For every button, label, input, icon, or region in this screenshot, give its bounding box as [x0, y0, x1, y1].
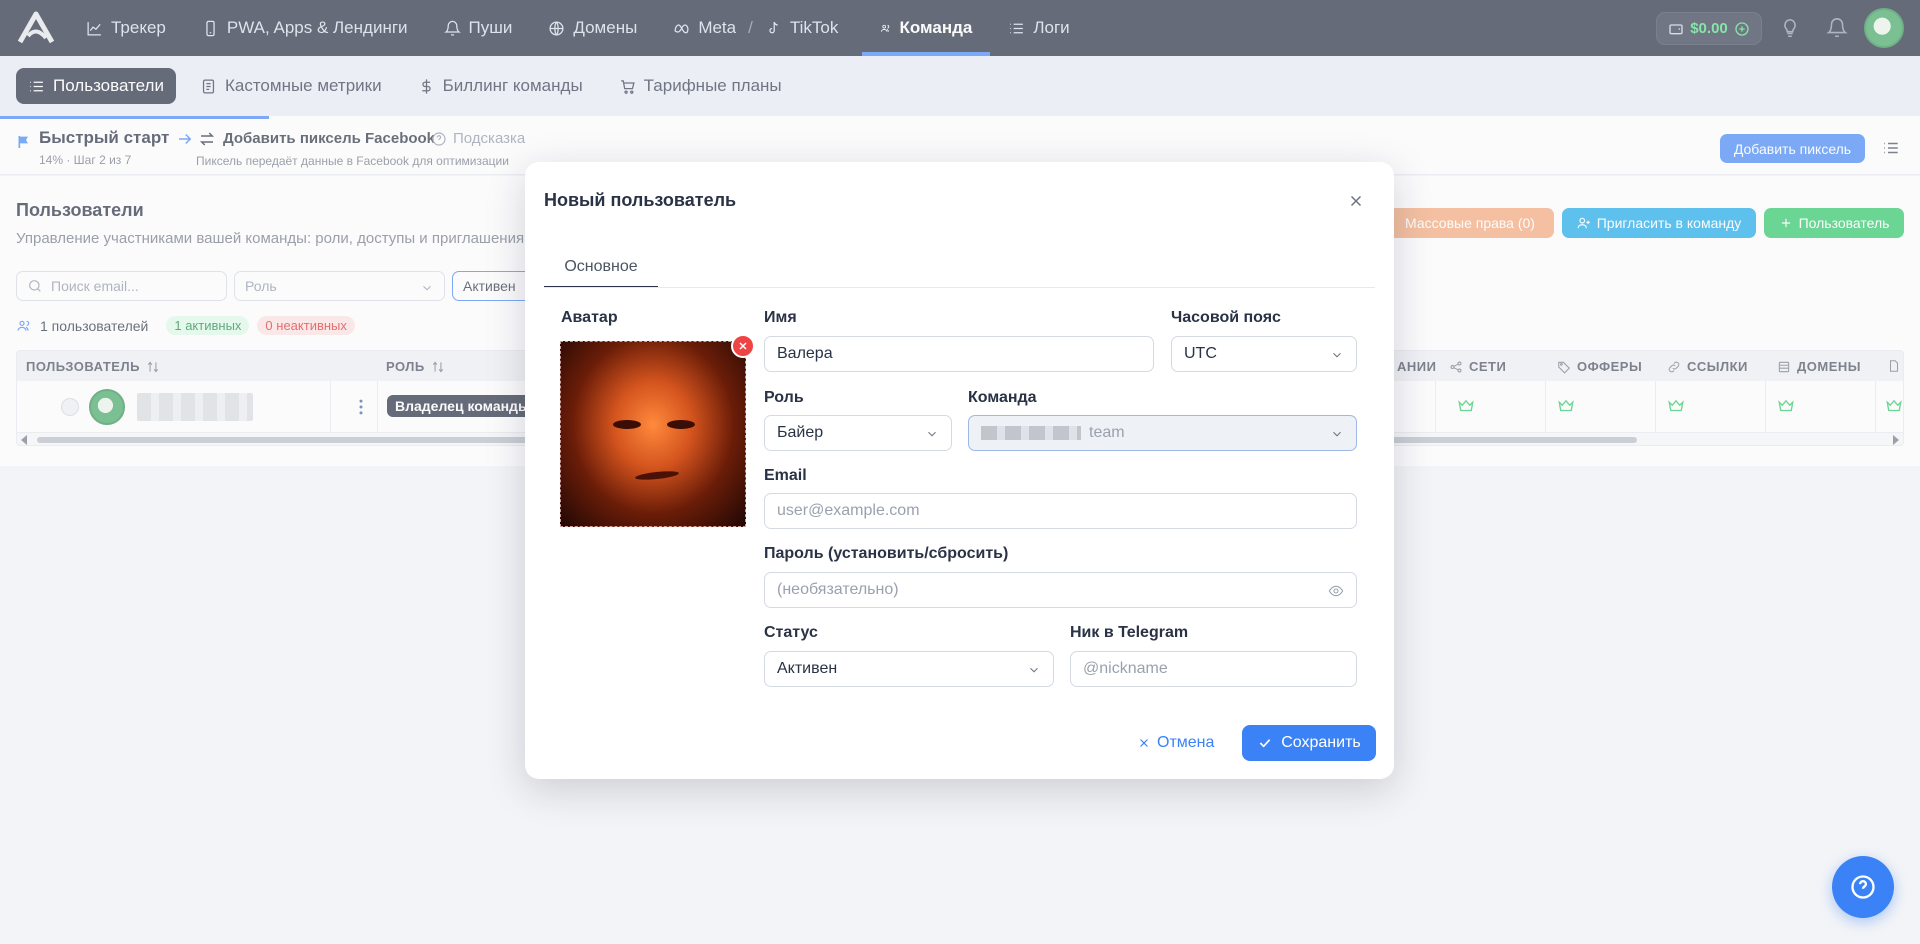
timezone-select[interactable]: UTC: [1171, 336, 1357, 372]
save-button[interactable]: Сохранить: [1242, 725, 1376, 761]
check-icon: [1259, 739, 1271, 748]
timezone-label: Часовой пояс: [1171, 309, 1281, 326]
help-circle-icon: [1851, 875, 1875, 899]
remove-avatar-icon[interactable]: [731, 334, 755, 358]
eye-icon[interactable]: [1328, 583, 1344, 599]
password-input[interactable]: (необязательно): [764, 572, 1357, 608]
modal-title: Новый пользователь: [544, 190, 737, 210]
status-select[interactable]: Активен: [764, 651, 1054, 687]
chevron-down-icon: [928, 431, 936, 437]
chevron-down-icon: [1333, 431, 1341, 437]
name-input[interactable]: Валера: [764, 336, 1154, 372]
help-button[interactable]: [1832, 856, 1894, 918]
chevron-down-icon: [1333, 352, 1341, 358]
new-user-modal: Новый пользователь Основное Аватар Имя В…: [525, 162, 1394, 779]
name-label: Имя: [764, 309, 797, 326]
avatar-label: Аватар: [561, 309, 618, 326]
avatar-image[interactable]: [560, 341, 746, 527]
role-label: Роль: [764, 389, 804, 406]
telegram-label: Ник в Telegram: [1070, 624, 1189, 641]
status-label: Статус: [764, 624, 818, 641]
team-label: Команда: [968, 389, 1037, 406]
close-icon: [1140, 739, 1148, 747]
email-label: Email: [764, 467, 807, 484]
cancel-button[interactable]: Отмена: [1137, 725, 1214, 761]
email-input[interactable]: user@example.com: [764, 493, 1357, 529]
close-icon[interactable]: [1347, 192, 1365, 210]
tab-basic[interactable]: Основное: [544, 248, 658, 288]
team-name-redacted: [981, 426, 1081, 440]
telegram-input[interactable]: @nickname: [1070, 651, 1357, 687]
team-select[interactable]: team: [968, 415, 1357, 451]
chevron-down-icon: [1030, 667, 1038, 673]
password-label: Пароль (установить/сбросить): [764, 545, 1009, 562]
role-select[interactable]: Байер: [764, 415, 952, 451]
